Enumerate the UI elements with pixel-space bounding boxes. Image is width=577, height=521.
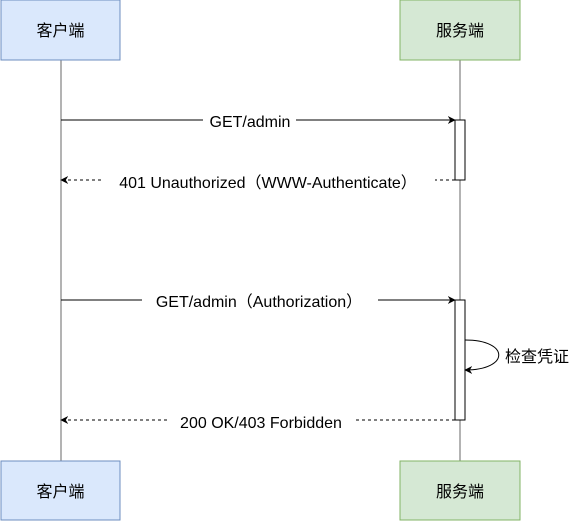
message-get-admin: GET/admin (61, 110, 456, 131)
self-message-arrow (464, 339, 499, 374)
client-label-bottom: 客户端 (36, 483, 84, 501)
server-box-bottom: 服务端 (399, 460, 521, 521)
client-box-top: 客户端 (0, 0, 121, 61)
server-label-top: 服务端 (436, 22, 484, 40)
server-box-top: 服务端 (399, 0, 521, 61)
message-401: 401 Unauthorized（WWW-Authenticate） (60, 170, 455, 192)
message-401-label: 401 Unauthorized（WWW-Authenticate） (119, 174, 417, 192)
self-message-label: 检查凭证 (505, 348, 569, 366)
server-label-bottom: 服务端 (436, 483, 484, 501)
client-box-bottom: 客户端 (0, 460, 121, 521)
self-message-check-credentials: 检查凭证 (464, 339, 569, 374)
message-get-admin-label: GET/admin (210, 114, 291, 131)
sequence-diagram: 客户端 服务端 GET/admin 401 Unauthorized（WWW-A… (0, 0, 569, 521)
client-label-top: 客户端 (36, 22, 84, 40)
message-200-403-label: 200 OK/403 Forbidden (180, 415, 342, 432)
message-get-admin-auth-label: GET/admin（Authorization） (156, 293, 362, 311)
message-get-admin-auth: GET/admin（Authorization） (61, 290, 456, 311)
message-200-403: 200 OK/403 Forbidden (60, 410, 455, 432)
server-activation-2 (454, 299, 466, 421)
server-activation-1 (454, 119, 466, 181)
